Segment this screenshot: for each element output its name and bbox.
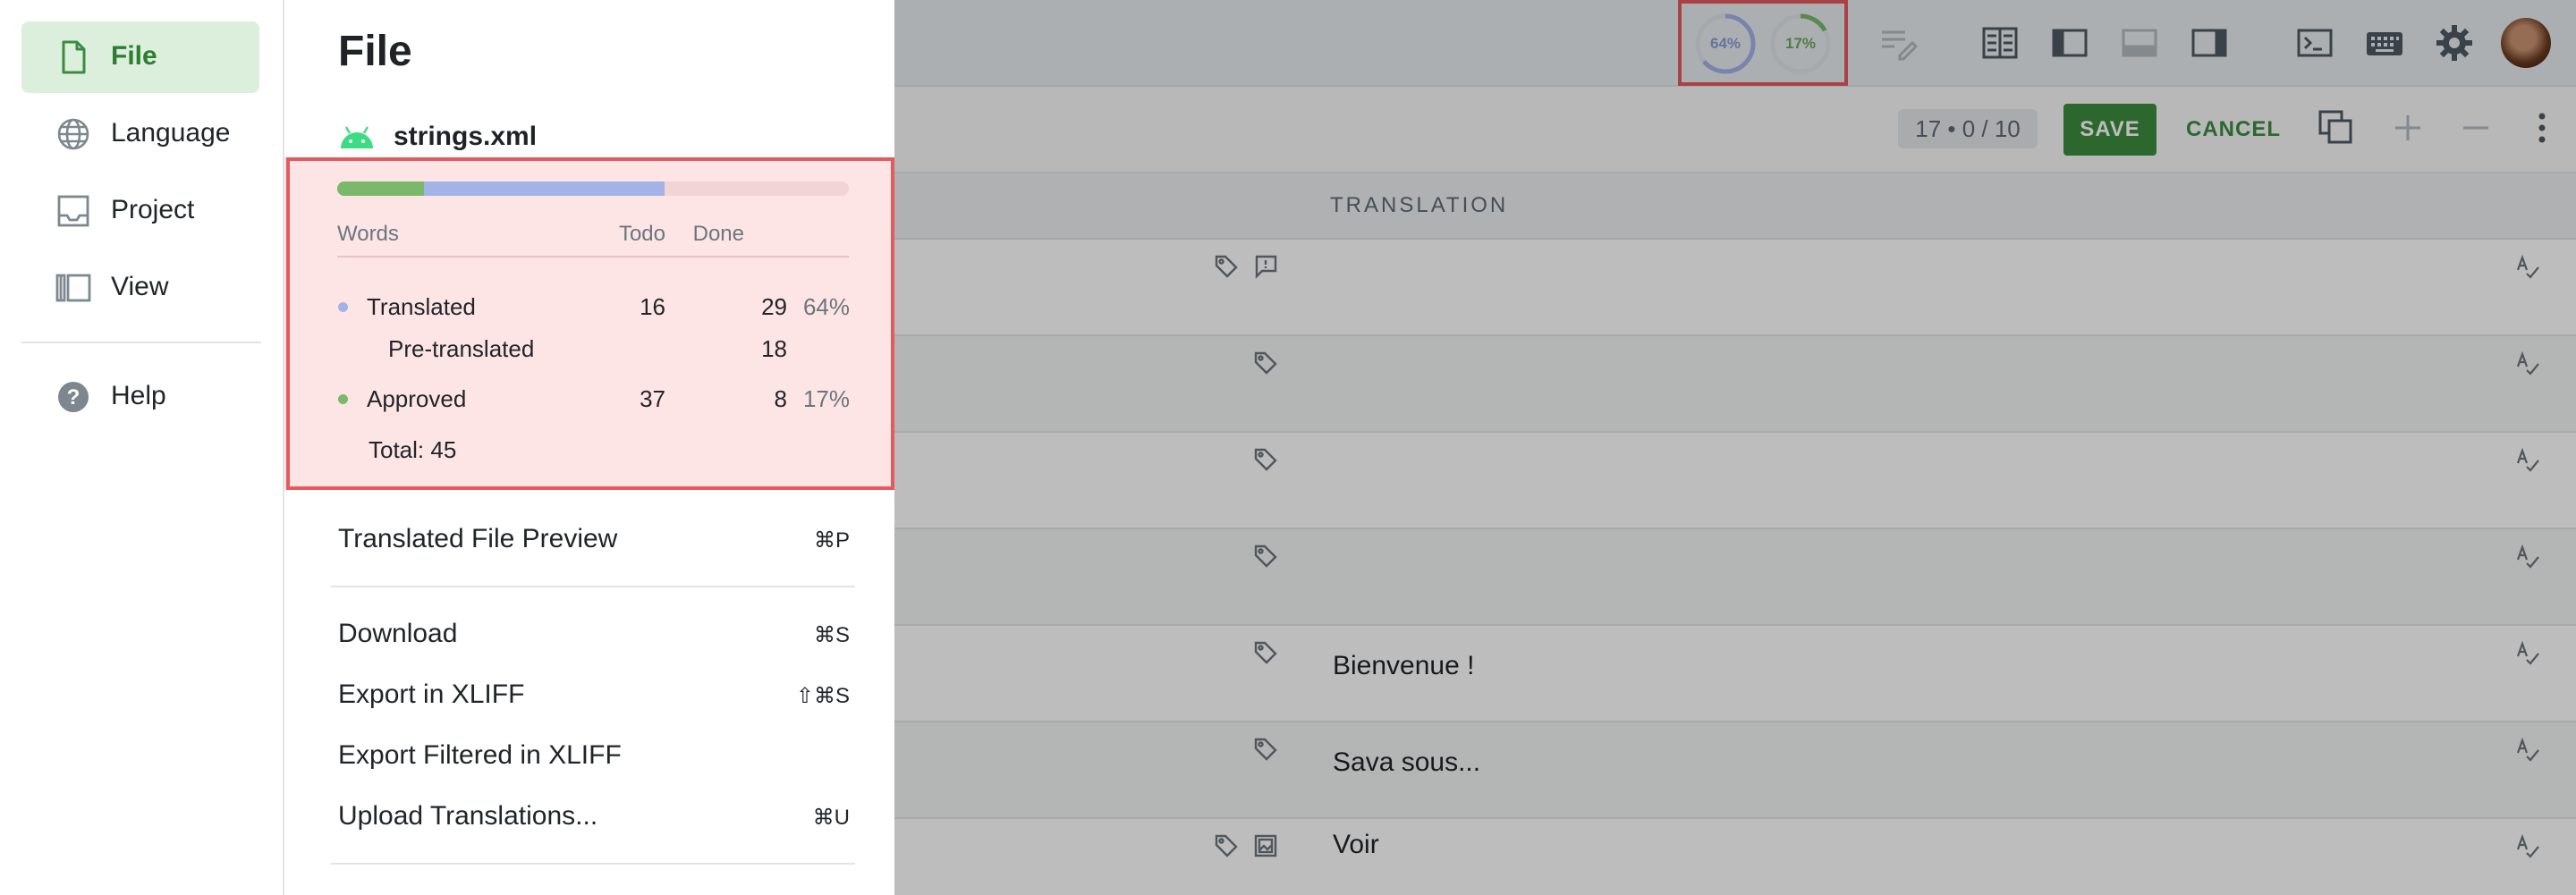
nav-label: Help (111, 381, 166, 410)
menu-shortcut: ⌘U (812, 806, 850, 830)
menu-label: Download (338, 619, 458, 648)
nav-item-file[interactable]: File (21, 21, 259, 93)
menu-upload-translations[interactable]: Upload Translations... ⌘U (338, 794, 850, 839)
menu-label: Translated File Preview (338, 524, 618, 553)
menu-label: Export Filtered in XLIFF (338, 740, 622, 770)
nav-label: Language (111, 118, 231, 148)
menu-export-filtered-xliff[interactable]: Export Filtered in XLIFF (338, 733, 850, 778)
menu-translated-file-preview[interactable]: Translated File Preview ⌘P (338, 517, 850, 561)
inbox-icon (55, 193, 91, 229)
menu-label: Export in XLIFF (338, 680, 525, 709)
panel-title: File (338, 28, 412, 75)
menu-divider (331, 586, 855, 587)
nav-divider (21, 342, 261, 343)
nav-label: File (111, 41, 157, 71)
file-name: strings.xml (394, 122, 538, 151)
globe-icon (55, 116, 91, 152)
word-stats-highlight (286, 157, 894, 490)
nav-label: Project (111, 195, 195, 224)
help-icon: ? (55, 379, 91, 415)
nav-label: View (111, 272, 169, 301)
menu-download[interactable]: Download ⌘S (338, 612, 850, 656)
nav-item-view[interactable]: View (21, 252, 259, 324)
nav-item-help[interactable]: ? Help (21, 361, 259, 433)
menu-shortcut: ⌘P (813, 528, 850, 553)
file-icon (55, 39, 91, 75)
view-layout-icon (55, 270, 91, 306)
menu-divider (331, 863, 855, 865)
side-nav: File Language Project View ? Help (0, 0, 284, 895)
menu-export-xliff[interactable]: Export in XLIFF ⇧⌘S (338, 672, 850, 717)
menu-shortcut: ⌘S (813, 623, 850, 647)
menu-shortcut: ⇧⌘S (795, 684, 850, 708)
android-icon (341, 126, 373, 148)
menu-label: Upload Translations... (338, 801, 598, 831)
svg-text:?: ? (67, 385, 80, 410)
nav-item-project[interactable]: Project (21, 175, 259, 247)
nav-item-language[interactable]: Language (21, 98, 259, 170)
